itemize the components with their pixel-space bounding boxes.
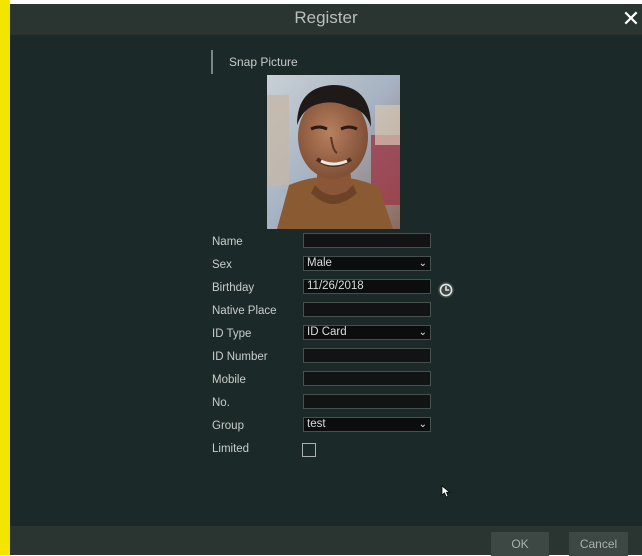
no-input[interactable] <box>303 394 431 409</box>
birthday-input[interactable]: 11/26/2018 <box>303 279 431 294</box>
sex-value: Male <box>307 257 332 269</box>
mouse-pointer-icon <box>441 485 453 504</box>
no-label: No. <box>212 397 230 409</box>
close-icon[interactable]: ✕ <box>620 6 642 32</box>
id-number-input[interactable] <box>303 348 431 363</box>
limited-checkbox[interactable] <box>302 443 316 457</box>
mobile-label: Mobile <box>212 374 246 386</box>
limited-label: Limited <box>212 443 250 455</box>
title-bar: Register ✕ <box>10 4 642 35</box>
id-type-select[interactable]: ID Card ⌄ <box>303 325 431 340</box>
chevron-down-icon: ⌄ <box>418 327 427 338</box>
chevron-down-icon: ⌄ <box>418 258 427 269</box>
snap-picture-label: Snap Picture <box>229 55 298 69</box>
section-divider <box>211 50 213 74</box>
birthday-label: Birthday <box>212 282 255 294</box>
name-label: Name <box>212 236 243 248</box>
snap-picture <box>267 75 400 229</box>
group-label: Group <box>212 420 244 432</box>
group-value: test <box>307 418 326 430</box>
left-accent-bar <box>0 0 10 555</box>
ok-button[interactable]: OK <box>491 532 549 556</box>
id-type-label: ID Type <box>212 328 252 340</box>
clock-icon[interactable] <box>438 282 454 298</box>
native-place-input[interactable] <box>303 302 431 317</box>
id-number-label: ID Number <box>212 351 268 363</box>
mobile-input[interactable] <box>303 371 431 386</box>
native-place-label: Native Place <box>212 305 277 317</box>
id-type-value: ID Card <box>307 326 347 338</box>
sex-select[interactable]: Male ⌄ <box>303 256 431 271</box>
group-select[interactable]: test ⌄ <box>303 417 431 432</box>
chevron-down-icon: ⌄ <box>418 419 427 430</box>
register-dialog: Register ✕ Snap Picture Name Sex Male ⌄ … <box>10 4 642 556</box>
sex-label: Sex <box>212 259 232 271</box>
name-input[interactable] <box>303 233 431 248</box>
dialog-title: Register <box>294 8 358 27</box>
cancel-button[interactable]: Cancel <box>569 532 628 556</box>
